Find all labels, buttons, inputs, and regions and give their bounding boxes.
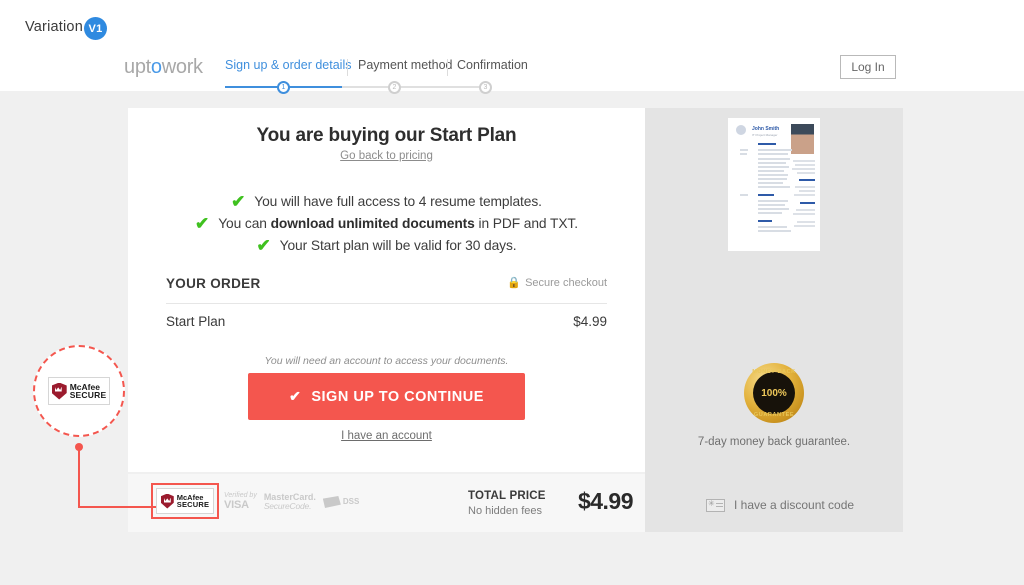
step-separator-2: [447, 59, 448, 76]
step-dot-2[interactable]: 2: [388, 81, 401, 94]
annotation-mcafee-badge: McAfee SECURE: [48, 377, 110, 405]
guarantee-bottom-text: GUARANTEE: [753, 412, 795, 418]
check-icon: ✔: [195, 213, 210, 233]
step-dot-3[interactable]: 3: [479, 81, 492, 94]
benefit-item: ✔ Your Start plan will be valid for 30 d…: [128, 234, 645, 256]
benefit-item: ✔ You will have full access to 4 resume …: [128, 190, 645, 212]
total-price-title: TOTAL PRICE: [468, 490, 546, 502]
page-root: Variation V1 uptowork Sign up & order de…: [0, 0, 1024, 585]
visa-line2: VISA: [224, 498, 249, 511]
go-back-to-pricing-link[interactable]: Go back to pricing: [128, 150, 645, 162]
annotation-connector-horizontal: [78, 506, 156, 508]
check-icon: ✔: [256, 235, 271, 255]
order-header: YOUR ORDER 🔒 Secure checkout: [166, 276, 607, 302]
mastercard-securecode-badge-icon: MasterCard. SecureCode.: [263, 492, 316, 512]
total-price-label: TOTAL PRICE No hidden fees: [468, 490, 546, 517]
cta-label: SIGN UP TO CONTINUE: [311, 388, 484, 405]
benefit-text-bold: download unlimited documents: [270, 215, 475, 231]
mastercard-line2: SecureCode.: [263, 501, 312, 512]
variation-badge: V1: [84, 17, 107, 40]
resume-name: John Smith: [752, 126, 780, 132]
secure-checkout-note: 🔒 Secure checkout: [507, 276, 607, 289]
trust-footer: McAfee SECURE Verified by VISA MasterCar…: [128, 474, 645, 532]
sidebar-panel: John Smith IT Project Manager MONEY BACK…: [645, 108, 903, 532]
step-dot-1[interactable]: 1: [277, 81, 290, 94]
total-price-value: $4.99: [577, 488, 634, 514]
logo-pre: upt: [124, 56, 151, 78]
discount-card-icon: [706, 498, 725, 512]
sign-up-to-continue-button[interactable]: ✔ SIGN UP TO CONTINUE: [248, 373, 525, 420]
discount-code-label: I have a discount code: [734, 498, 855, 512]
step-separator-1: [347, 59, 348, 76]
resume-role: IT Project Manager: [752, 133, 778, 137]
resume-photo: [791, 124, 814, 154]
benefits-list: ✔ You will have full access to 4 resume …: [128, 190, 645, 256]
pci-dss-badge-icon: DSS: [322, 496, 360, 508]
check-icon: ✔: [231, 191, 246, 211]
benefit-text: Your Start plan will be valid for 30 day…: [279, 237, 517, 253]
guarantee-percent: 100%: [753, 372, 795, 414]
order-item-price: $4.99: [573, 314, 607, 329]
benefit-item: ✔ You can download unlimited documents i…: [128, 212, 645, 234]
total-price-subtitle: No hidden fees: [468, 505, 542, 517]
resume-avatar-icon: [736, 125, 746, 135]
order-section-title: YOUR ORDER: [166, 276, 261, 291]
stepper-track: [225, 86, 487, 88]
guarantee-caption: 7-day money back guarantee.: [697, 436, 851, 448]
guarantee-top-text: MONEY BACK: [752, 369, 796, 375]
payment-badges: Verified by VISA MasterCard. SecureCode.…: [224, 489, 359, 515]
benefit-text: You can: [218, 215, 271, 231]
tab-signup-order-details[interactable]: Sign up & order details: [225, 58, 351, 72]
order-line-item: Start Plan $4.99: [166, 314, 607, 340]
order-card: You are buying our Start Plan Go back to…: [128, 108, 645, 472]
order-item-name: Start Plan: [166, 314, 226, 329]
annotation-connector-vertical: [78, 450, 80, 508]
benefit-text-post: in PDF and TXT.: [474, 215, 578, 231]
shield-icon: [51, 382, 67, 400]
lock-icon: 🔒: [507, 277, 522, 289]
annotation-callout-circle: McAfee SECURE: [33, 345, 125, 437]
tab-confirmation[interactable]: Confirmation: [457, 58, 528, 72]
tab-payment-method[interactable]: Payment method: [358, 58, 453, 72]
pci-line2: DSS: [342, 496, 360, 506]
divider: [166, 303, 607, 304]
login-button[interactable]: Log In: [840, 55, 896, 79]
i-have-an-account-link[interactable]: I have an account: [128, 430, 645, 442]
account-required-note: You will need an account to access your …: [264, 355, 509, 367]
check-icon: ✔: [289, 388, 302, 404]
pci-card-icon: [322, 496, 341, 508]
site-logo[interactable]: uptowork: [124, 56, 203, 79]
benefit-text: You will have full access to 4 resume te…: [254, 193, 542, 209]
discount-code-toggle[interactable]: I have a discount code: [706, 498, 854, 512]
page-title: You are buying our Start Plan: [256, 125, 517, 146]
mcafee-badge-highlight: [151, 483, 219, 519]
secure-checkout-label: Secure checkout: [525, 277, 607, 289]
money-back-guarantee-badge: MONEY BACK 100% GUARANTEE: [744, 363, 804, 423]
variation-label: Variation: [25, 19, 83, 35]
logo-post: work: [161, 56, 203, 78]
logo-accent: o: [150, 56, 162, 78]
resume-preview-thumbnail[interactable]: John Smith IT Project Manager: [728, 118, 820, 251]
annotation-mcafee-line2: SECURE: [69, 390, 107, 400]
visa-badge-icon: Verified by VISA: [224, 492, 257, 511]
